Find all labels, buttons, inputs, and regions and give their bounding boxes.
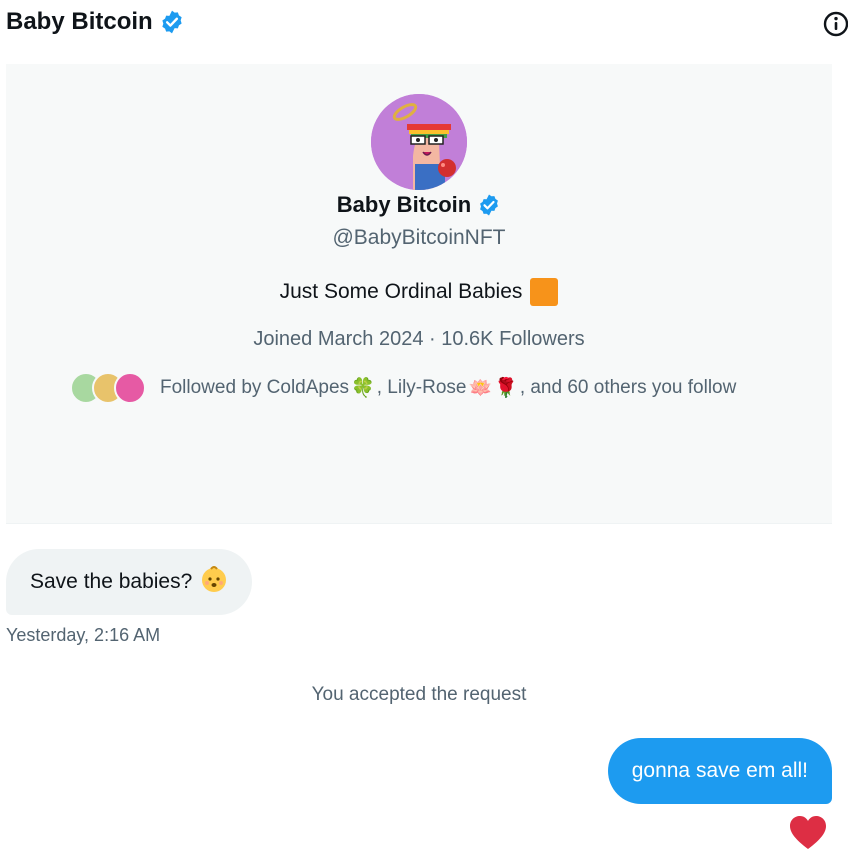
system-message: You accepted the request xyxy=(311,684,527,705)
header-title[interactable]: Baby Bitcoin xyxy=(6,8,153,36)
lotus-emoji: 🪷 xyxy=(468,378,493,399)
incoming-message-text: Save the babies? xyxy=(30,570,193,593)
profile-meta: Joined March 2024 · 10.6K Followers xyxy=(253,328,585,350)
orange-square-emoji xyxy=(530,278,559,306)
profile-avatar[interactable] xyxy=(371,94,467,190)
followed-by-suffix: , and 60 others you follow xyxy=(519,377,737,398)
followed-by-text[interactable]: Followed by ColdApes 🍀 , Lily-Rose 🪷 🌹 ,… xyxy=(160,376,736,400)
outgoing-message-bubble[interactable]: gonna save em all! xyxy=(607,738,832,804)
profile-bio: Just Some Ordinal Babies xyxy=(6,278,832,306)
heart-icon[interactable] xyxy=(788,814,828,852)
followed-by-row[interactable]: Followed by ColdApes 🍀 , Lily-Rose 🪷 🌹 ,… xyxy=(70,370,736,406)
profile-card[interactable]: Baby Bitcoin @BabyBitcoinNFT Just Some O… xyxy=(6,64,832,524)
rose-emoji: 🌹 xyxy=(494,378,518,399)
profile-name[interactable]: Baby Bitcoin xyxy=(337,192,471,218)
followed-by-middle: , Lily-Rose xyxy=(376,377,467,398)
profile-name-row[interactable]: Baby Bitcoin xyxy=(6,192,832,218)
clover-emoji: 🍀 xyxy=(351,378,375,399)
followed-by-avatars[interactable] xyxy=(70,370,150,406)
profile-handle[interactable]: @BabyBitcoinNFT xyxy=(6,226,832,250)
header-title-row[interactable]: Baby Bitcoin xyxy=(6,8,185,36)
follower-avatar xyxy=(114,372,146,404)
outgoing-message-text: gonna save em all! xyxy=(631,759,808,782)
verified-badge-icon xyxy=(477,193,501,217)
followed-by-prefix: Followed by ColdApes xyxy=(160,377,350,398)
conversation-header: Baby Bitcoin xyxy=(0,0,848,50)
message-timestamp: Yesterday, 2:16 AM xyxy=(6,625,161,645)
profile-bio-text: Just Some Ordinal Babies xyxy=(279,280,523,303)
info-icon[interactable] xyxy=(822,10,848,38)
baby-emoji xyxy=(200,565,228,599)
incoming-message-bubble[interactable]: Save the babies? xyxy=(6,549,253,615)
verified-badge-icon xyxy=(159,9,185,35)
